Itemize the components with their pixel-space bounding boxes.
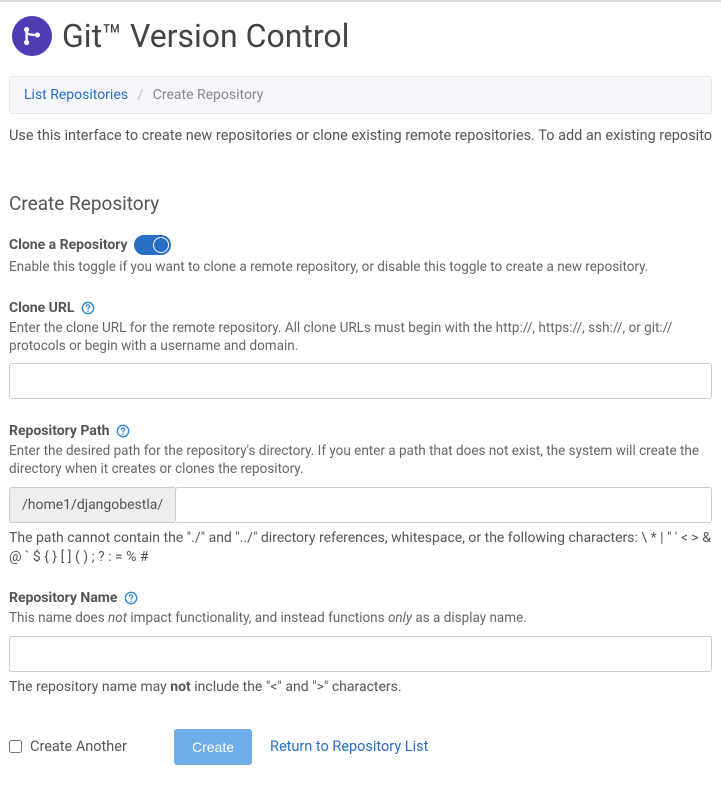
clone-toggle-help: Enable this toggle if you want to clone … (9, 258, 712, 276)
return-link[interactable]: Return to Repository List (270, 738, 428, 755)
clone-toggle-label: Clone a Repository (9, 237, 128, 253)
help-icon[interactable] (80, 300, 95, 315)
repo-name-constraint: The repository name may not include the … (9, 678, 712, 697)
breadcrumb: List Repositories / Create Repository (9, 76, 712, 114)
repo-path-help: Enter the desired path for the repositor… (9, 442, 712, 478)
clone-toggle-field: Clone a Repository Enable this toggle if… (9, 235, 712, 276)
intro-text: Use this interface to create new reposit… (9, 126, 712, 146)
create-another-text: Create Another (30, 738, 127, 755)
breadcrumb-separator: / (137, 87, 143, 103)
help-icon[interactable] (115, 424, 130, 439)
repo-path-field: Repository Path Enter the desired path f… (9, 423, 712, 566)
breadcrumb-current: Create Repository (153, 87, 264, 103)
clone-url-field: Clone URL Enter the clone URL for the re… (9, 300, 712, 399)
clone-url-input[interactable] (9, 363, 712, 399)
repo-name-help: This name does not impact functionality,… (9, 609, 712, 627)
clone-url-label: Clone URL (9, 300, 74, 316)
repo-path-constraint: The path cannot contain the "./" and "..… (9, 529, 712, 567)
form-actions: Create Another Create Return to Reposito… (9, 729, 712, 785)
repo-path-label: Repository Path (9, 423, 109, 439)
clone-toggle[interactable] (134, 235, 171, 255)
create-another-label[interactable]: Create Another (9, 738, 174, 755)
repo-path-prefix: /home1/djangobestla/ (9, 487, 175, 523)
page-title: Git™ Version Control (62, 17, 349, 55)
page-header: Git™ Version Control (0, 0, 721, 76)
git-icon (12, 16, 52, 56)
create-button[interactable]: Create (174, 729, 252, 765)
create-another-checkbox[interactable] (9, 740, 22, 753)
repo-name-field: Repository Name This name does not impac… (9, 590, 712, 696)
breadcrumb-list-repositories[interactable]: List Repositories (24, 87, 128, 103)
repo-path-input[interactable] (175, 487, 712, 523)
repo-name-label: Repository Name (9, 590, 118, 606)
clone-url-help: Enter the clone URL for the remote repos… (9, 319, 712, 355)
help-icon[interactable] (124, 591, 139, 606)
repo-name-input[interactable] (9, 636, 712, 672)
section-title: Create Repository (9, 192, 712, 215)
